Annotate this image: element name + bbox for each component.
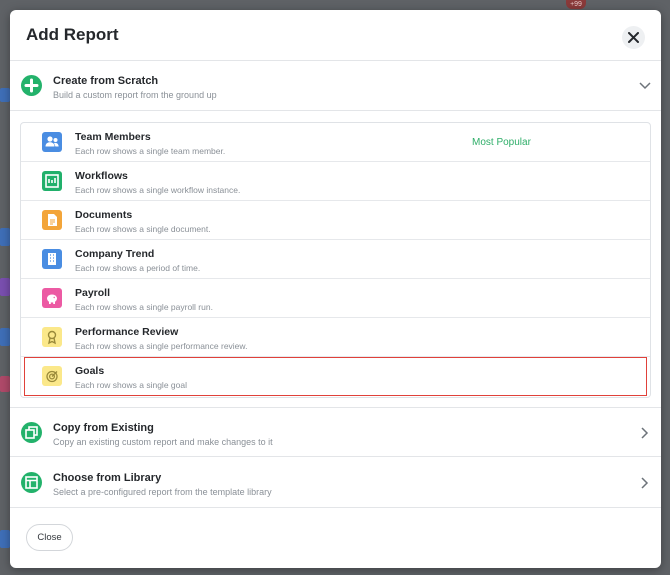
layout-icon: [21, 472, 42, 493]
report-type-title: Workflows: [75, 170, 128, 182]
report-type-subtitle: Each row shows a single team member.: [75, 146, 226, 156]
create-from-scratch-section[interactable]: Create from Scratch Build a custom repor…: [10, 61, 661, 111]
target-icon: [42, 366, 62, 386]
report-type-title: Team Members: [75, 131, 151, 143]
team-icon: [42, 132, 62, 152]
modal-header: Add Report: [10, 10, 661, 61]
most-popular-badge: Most Popular: [472, 137, 531, 148]
backdrop-strip: [0, 376, 10, 392]
building-icon: [42, 249, 62, 269]
piggy-bank-icon: [42, 288, 62, 308]
workflow-icon: [42, 171, 62, 191]
add-report-modal: Add Report Create from Scratch Build a c…: [10, 10, 661, 568]
report-type-workflows[interactable]: Workflows Each row shows a single workfl…: [21, 162, 650, 201]
report-type-subtitle: Each row shows a single goal: [75, 380, 187, 390]
backdrop-strip: [0, 530, 10, 548]
section-subtitle: Copy an existing custom report and make …: [53, 437, 273, 447]
report-type-performance-review[interactable]: Performance Review Each row shows a sing…: [21, 318, 650, 357]
section-subtitle: Select a pre-configured report from the …: [53, 487, 272, 497]
report-type-subtitle: Each row shows a single payroll run.: [75, 302, 213, 312]
copy-icon: [21, 422, 42, 443]
report-type-title: Documents: [75, 209, 133, 221]
backdrop-strip: [0, 278, 10, 296]
close-modal-button[interactable]: [622, 26, 645, 49]
report-type-title: Performance Review: [75, 326, 179, 338]
backdrop-strip: [0, 228, 10, 246]
report-type-subtitle: Each row shows a single document.: [75, 224, 211, 234]
close-button[interactable]: Close: [26, 524, 73, 551]
award-icon: [42, 327, 62, 347]
report-type-company-trend[interactable]: Company Trend Each row shows a period of…: [21, 240, 650, 279]
backdrop-strip: [0, 88, 10, 102]
modal-title: Add Report: [26, 25, 119, 44]
report-type-documents[interactable]: Documents Each row shows a single docume…: [21, 201, 650, 240]
report-type-payroll[interactable]: Payroll Each row shows a single payroll …: [21, 279, 650, 318]
document-icon: [42, 210, 62, 230]
section-title: Copy from Existing: [53, 422, 154, 434]
choose-from-library-section[interactable]: Choose from Library Select a pre-configu…: [10, 458, 661, 508]
report-type-title: Goals: [75, 365, 105, 377]
report-type-list: Team Members Each row shows a single tea…: [20, 122, 651, 398]
report-type-subtitle: Each row shows a period of time.: [75, 263, 201, 273]
report-type-subtitle: Each row shows a single performance revi…: [75, 341, 248, 351]
modal-footer: Close: [10, 510, 661, 568]
chevron-down-icon[interactable]: [639, 82, 651, 90]
report-type-subtitle: Each row shows a single workflow instanc…: [75, 185, 241, 195]
close-icon: [628, 32, 639, 43]
report-type-goals[interactable]: Goals Each row shows a single goal: [24, 357, 647, 396]
report-type-title: Payroll: [75, 287, 111, 299]
report-type-title: Company Trend: [75, 248, 155, 260]
section-subtitle: Build a custom report from the ground up: [53, 90, 217, 100]
chevron-right-icon[interactable]: [641, 427, 649, 439]
copy-from-existing-section[interactable]: Copy from Existing Copy an existing cust…: [10, 407, 661, 457]
notification-badge: +99: [566, 0, 586, 9]
backdrop-strip: [0, 328, 10, 346]
section-title: Create from Scratch: [53, 75, 159, 87]
section-title: Choose from Library: [53, 472, 162, 484]
plus-circle-icon: [21, 75, 42, 96]
report-type-team-members[interactable]: Team Members Each row shows a single tea…: [21, 123, 650, 162]
chevron-right-icon[interactable]: [641, 477, 649, 489]
